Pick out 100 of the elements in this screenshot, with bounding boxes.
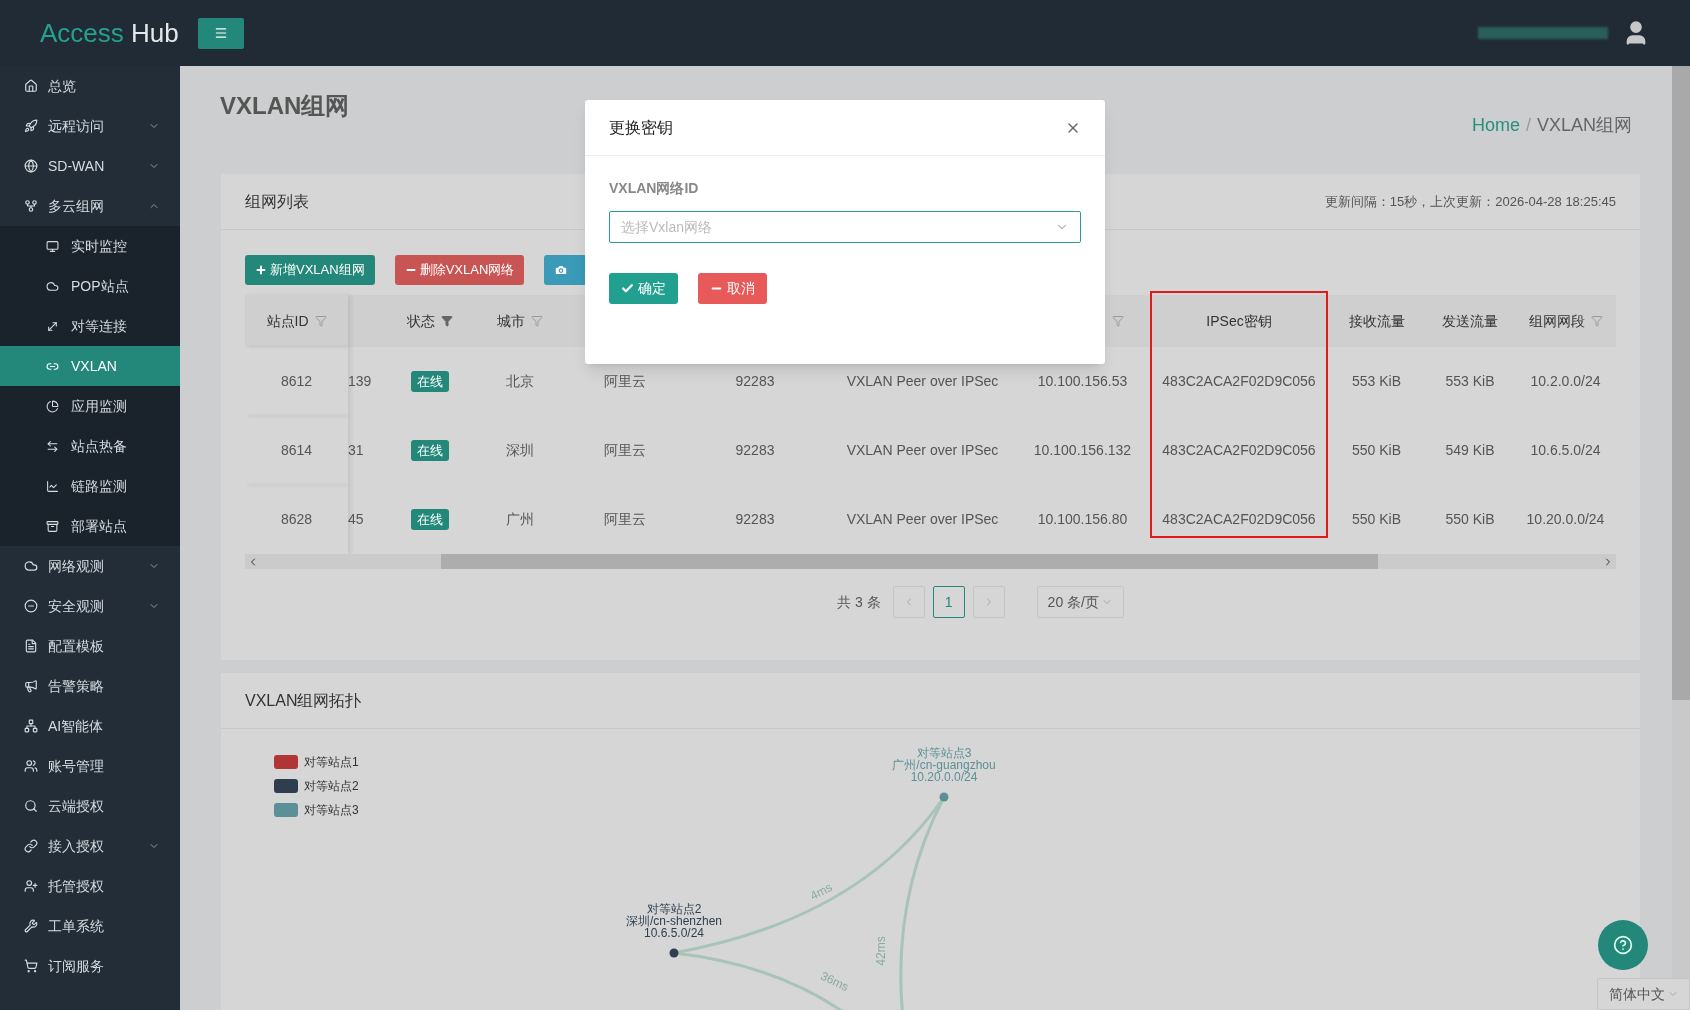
table-cell-text: 553 KiB: [1445, 372, 1495, 391]
table-cell-text: 483C2ACA2F02D9C056: [1162, 372, 1316, 391]
filter-icon[interactable]: [531, 315, 543, 327]
menu-label: 告警策略: [48, 676, 105, 696]
sidebar-item[interactable]: 接入授权: [0, 826, 180, 866]
sidebar-item[interactable]: SD-WAN: [0, 146, 180, 186]
node-dot[interactable]: [939, 792, 949, 802]
menu-icon: [46, 239, 59, 253]
menu-toggle-button[interactable]: [198, 17, 244, 49]
filter-icon[interactable]: [441, 315, 453, 327]
sidebar-item[interactable]: 配置模板: [0, 626, 180, 666]
delete-button[interactable]: 删除VXLAN网络: [394, 255, 525, 285]
menu-icon: [24, 119, 38, 133]
sidebar-item[interactable]: AI智能体: [0, 706, 180, 746]
menu-icon: [24, 79, 38, 93]
page-size-select[interactable]: 20 条/页: [1036, 586, 1124, 618]
breadcrumb-current: VXLAN组网: [1536, 114, 1632, 137]
menu-label: 总览: [48, 76, 77, 96]
table-cell-text: 深圳: [506, 441, 534, 460]
node-dot[interactable]: [669, 948, 679, 958]
sidebar-item[interactable]: 总览: [0, 66, 180, 106]
node-name: 对等站点3: [916, 746, 972, 760]
column-header: 组网网段: [1528, 311, 1585, 331]
menu-icon: [24, 799, 38, 813]
sidebar-item[interactable]: 远程访问: [0, 106, 180, 146]
horizontal-scrollbar[interactable]: [245, 554, 1616, 569]
table-cell-text: VXLAN Peer over IPSec: [846, 510, 999, 529]
latency-label: 36ms: [818, 968, 851, 994]
sidebar-item[interactable]: 订阅服务: [0, 946, 180, 986]
language-select[interactable]: 简体中文: [1597, 978, 1690, 1010]
menu-icon: [46, 279, 59, 293]
menu-icon: [24, 199, 38, 213]
submenu-item[interactable]: POP站点: [0, 266, 180, 306]
sidebar-item[interactable]: 安全观测: [0, 586, 180, 626]
latency-label: 4ms: [807, 879, 835, 903]
menu-icon: [46, 439, 59, 453]
table-cell-text: 广州: [506, 510, 534, 529]
table-cell-text: 139: [348, 372, 372, 391]
filter-icon[interactable]: [1590, 315, 1603, 327]
table-cell-text: 549 KiB: [1445, 441, 1495, 460]
submenu-item[interactable]: 实时监控: [0, 226, 180, 266]
sidebar-item[interactable]: 托管授权: [0, 866, 180, 906]
menu-label: SD-WAN: [48, 156, 106, 176]
table-cell-text: 483C2ACA2F02D9C056: [1162, 441, 1316, 460]
table-cell-text: 553 KiB: [1351, 372, 1401, 391]
column-header: IPSec密钥: [1206, 311, 1272, 331]
scrollbar-thumb[interactable]: [1672, 66, 1690, 700]
table-cell-text: 阿里云: [604, 441, 646, 460]
sidebar-item[interactable]: 多云组网: [0, 186, 180, 226]
menu-icon: [24, 919, 38, 933]
card-title: 组网列表: [245, 191, 309, 212]
submenu-item[interactable]: 对等连接: [0, 306, 180, 346]
column-header: 接收流量: [1348, 311, 1405, 331]
menu-icon: [24, 759, 38, 773]
menu-icon: [24, 839, 38, 853]
menu-label: 安全观测: [48, 596, 105, 616]
menu-icon: [24, 959, 38, 973]
table-cell-text: VXLAN Peer over IPSec: [846, 441, 999, 460]
menu-label: 多云组网: [48, 196, 105, 216]
node-subnet: 10.20.0.0/24: [910, 770, 978, 784]
menu-label: 云端授权: [48, 796, 105, 816]
sidebar-item[interactable]: 告警策略: [0, 666, 180, 706]
filter-icon[interactable]: [314, 315, 327, 327]
table-cell-text: 8614: [280, 441, 313, 460]
sidebar-item[interactable]: 账号管理: [0, 746, 180, 786]
menu-icon: [24, 159, 38, 173]
table-cell-text: 北京: [506, 372, 534, 391]
submenu-item[interactable]: 站点热备: [0, 426, 180, 466]
filter-icon[interactable]: [1112, 315, 1124, 327]
column-header: 站点ID: [266, 311, 309, 331]
submenu-item[interactable]: VXLAN: [0, 346, 180, 386]
submenu-item[interactable]: 部署站点: [0, 506, 180, 546]
table-cell-text: 阿里云: [604, 510, 646, 529]
logo-text: Access Hub: [40, 17, 179, 48]
card-title: VXLAN组网拓扑: [245, 690, 362, 711]
select-placeholder: 选择Vxlan网络: [621, 217, 714, 237]
node-location: 深圳/cn-shenzhen: [626, 914, 722, 928]
menu-label: 工单系统: [48, 916, 105, 936]
submenu-item[interactable]: 应用监测: [0, 386, 180, 426]
menu-icon: [46, 319, 59, 333]
column-header: 城市: [497, 311, 525, 331]
legend-label: 对等站点1: [304, 754, 359, 771]
table-cell-text: 550 KiB: [1351, 441, 1401, 460]
column-header: 发送流量: [1442, 311, 1498, 331]
latency-label: 42ms: [874, 936, 888, 966]
sidebar-item[interactable]: 网络观测: [0, 546, 180, 586]
add-button[interactable]: 新增VXLAN组网: [245, 255, 375, 285]
table-cell-text: 550 KiB: [1351, 510, 1401, 529]
sidebar-item[interactable]: 工单系统: [0, 906, 180, 946]
submenu-item[interactable]: 链路监测: [0, 466, 180, 506]
table-cell-text: 10.100.156.53: [1037, 372, 1128, 391]
menu-label: 实时监控: [71, 236, 127, 256]
scrollbar-thumb[interactable]: [441, 554, 1378, 569]
menu-icon: [24, 719, 38, 733]
menu-icon: [24, 599, 38, 613]
status-badge: 在线: [411, 439, 449, 462]
menu-icon: [46, 479, 59, 493]
sidebar-item[interactable]: 云端授权: [0, 786, 180, 826]
menu-label: 账号管理: [48, 756, 105, 776]
table-cell-text: 483C2ACA2F02D9C056: [1162, 510, 1316, 529]
